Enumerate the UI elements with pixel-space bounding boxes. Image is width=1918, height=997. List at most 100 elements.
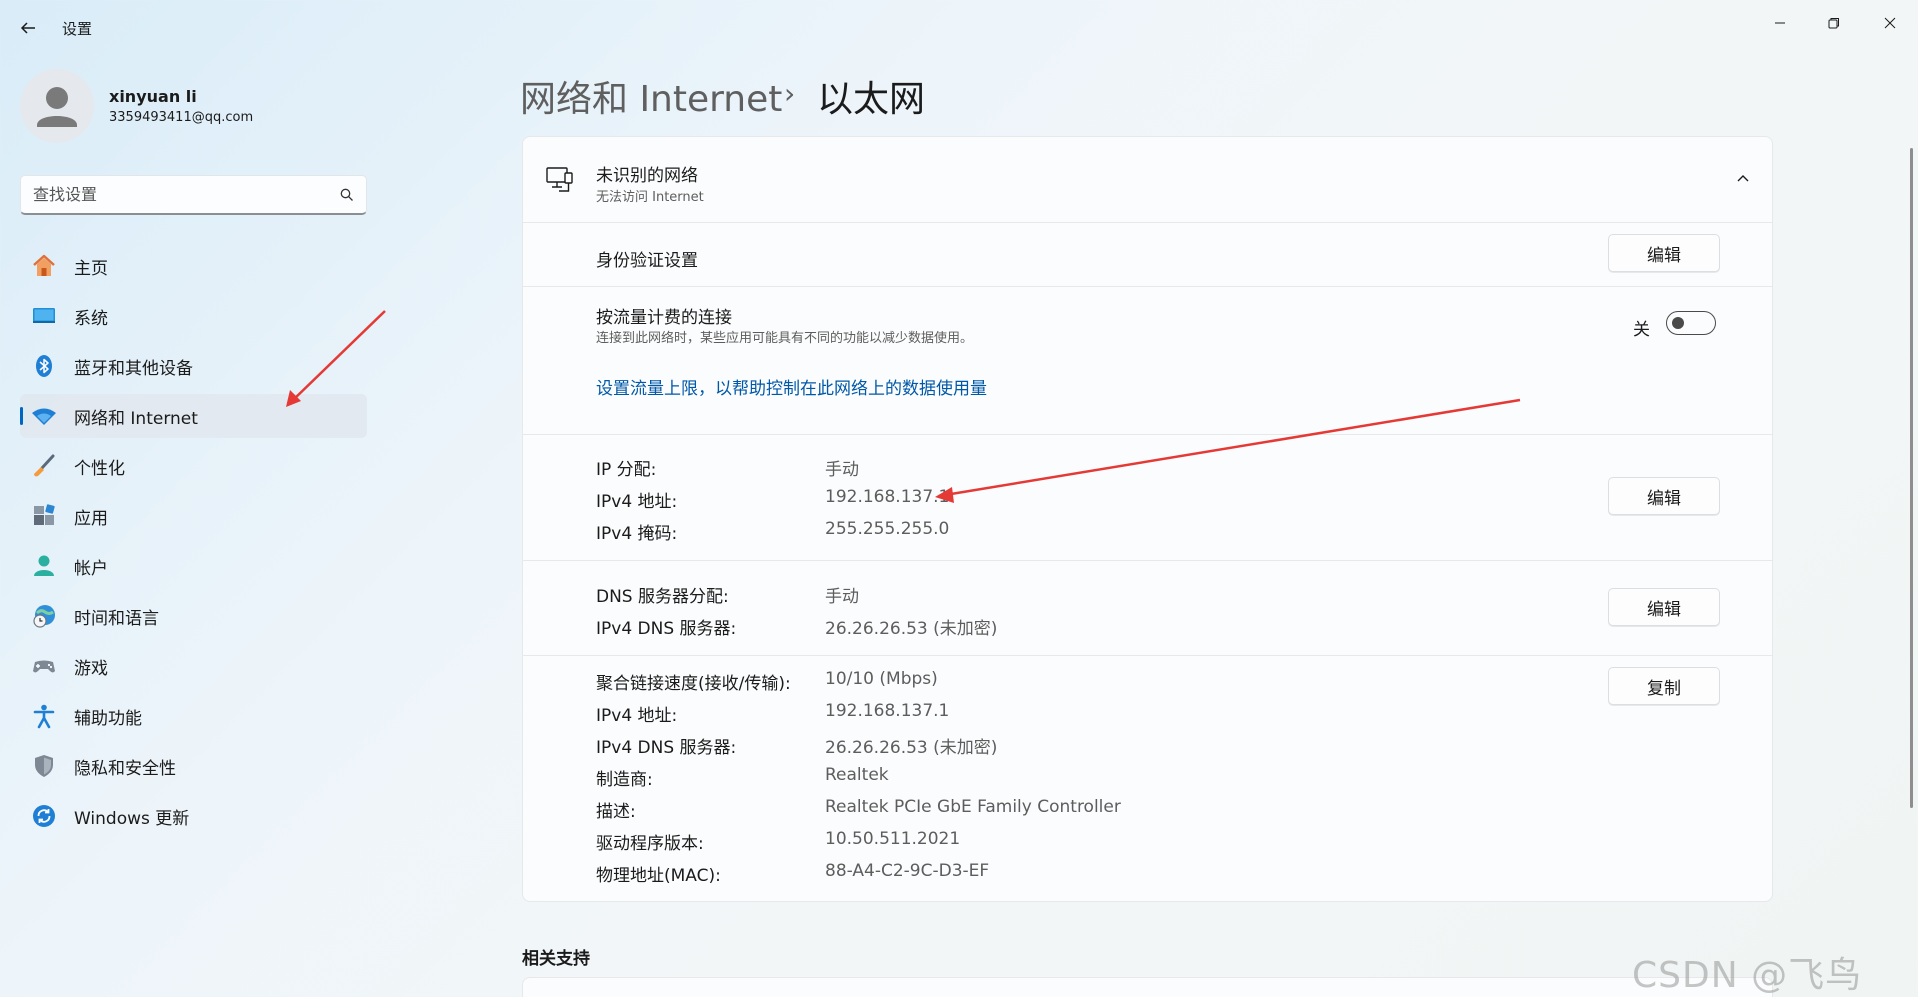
divider <box>523 655 1772 656</box>
dns-value: 手动 <box>825 587 859 607</box>
auth-settings-label: 身份验证设置 <box>596 251 698 271</box>
search-input[interactable] <box>33 185 340 204</box>
dns-label: DNS 服务器分配: <box>596 587 729 607</box>
sidebar-item-accounts[interactable]: 帐户 <box>20 544 367 588</box>
sidebar-item-personalization[interactable]: 个性化 <box>20 444 367 488</box>
shield-icon <box>30 752 58 780</box>
user-avatar-icon <box>37 87 77 127</box>
ip-label: IP 分配: <box>596 460 657 480</box>
sidebar-item-gaming[interactable]: 游戏 <box>20 644 367 688</box>
network-name: 未识别的网络 <box>596 166 698 186</box>
window-title: 设置 <box>62 20 93 38</box>
user-email: 3359493411@qq.com <box>109 110 254 125</box>
sidebar-nav: 主页 系统 蓝牙和其他设备 网络和 Internet 个性化 应用 帐户 时间和… <box>20 244 367 844</box>
sidebar-item-bluetooth[interactable]: 蓝牙和其他设备 <box>20 344 367 388</box>
ip-edit-button[interactable]: 编辑 <box>1608 477 1720 515</box>
sidebar-item-label: 个性化 <box>74 458 125 479</box>
property-value: 26.26.26.53 (未加密) <box>825 738 998 758</box>
ip-list: IP 分配: IPv4 地址: IPv4 掩码: <box>596 455 806 551</box>
clock-globe-icon <box>30 602 58 630</box>
network-header[interactable]: 未识别的网络 无法访问 Internet <box>523 137 1772 223</box>
property-label: 描述: <box>596 802 636 822</box>
ip-label: IPv4 地址: <box>596 492 678 512</box>
property-value: 192.168.137.1 <box>825 701 950 721</box>
gamepad-icon <box>30 652 58 680</box>
sidebar-item-label: 游戏 <box>74 658 108 679</box>
sidebar-item-privacy[interactable]: 隐私和安全性 <box>20 744 367 788</box>
dns-list: DNS 服务器分配: IPv4 DNS 服务器: <box>596 582 806 646</box>
property-value: 10/10 (Mbps) <box>825 669 938 689</box>
property-label: IPv4 地址: <box>596 706 678 726</box>
metered-label: 按流量计费的连接 <box>596 308 732 328</box>
divider <box>523 560 1772 561</box>
property-label: 驱动程序版本: <box>596 834 704 854</box>
account-icon <box>30 552 58 580</box>
ip-value: 手动 <box>825 460 859 480</box>
property-label: 聚合链接速度(接收/传输): <box>596 674 791 694</box>
sidebar-item-label: 时间和语言 <box>74 608 159 629</box>
sidebar-item-label: Windows 更新 <box>74 808 190 829</box>
sidebar-item-label: 网络和 Internet <box>74 408 198 429</box>
auth-edit-button[interactable]: 编辑 <box>1608 234 1720 272</box>
copy-properties-button[interactable]: 复制 <box>1608 667 1720 705</box>
network-status: 无法访问 Internet <box>596 190 704 205</box>
search-box[interactable] <box>20 175 367 215</box>
sidebar-item-windows-update[interactable]: Windows 更新 <box>20 794 367 838</box>
ip-value: 255.255.255.0 <box>825 519 950 539</box>
close-icon <box>1884 17 1896 29</box>
ip-value: 192.168.137.1 <box>825 487 950 507</box>
back-button[interactable] <box>10 13 46 43</box>
property-label: 制造商: <box>596 770 653 790</box>
sidebar-item-system[interactable]: 系统 <box>20 294 367 338</box>
update-icon <box>30 802 58 830</box>
data-limit-link[interactable]: 设置流量上限，以帮助控制在此网络上的数据使用量 <box>596 374 987 399</box>
toggle-knob <box>1672 316 1684 329</box>
wifi-icon <box>30 402 58 430</box>
divider <box>523 286 1772 287</box>
avatar[interactable] <box>20 69 94 143</box>
restore-icon <box>1828 18 1839 29</box>
sidebar-item-label: 隐私和安全性 <box>74 758 176 779</box>
sidebar-item-label: 应用 <box>74 508 108 529</box>
breadcrumb-parent[interactable]: 网络和 Internet <box>520 70 782 122</box>
metered-toggle-state: 关 <box>1633 320 1650 340</box>
chevron-up-icon[interactable] <box>1735 171 1751 191</box>
divider <box>523 434 1772 435</box>
sidebar-item-network[interactable]: 网络和 Internet <box>20 394 367 438</box>
page-title: 以太网 <box>817 79 926 120</box>
sidebar-item-time-language[interactable]: 时间和语言 <box>20 594 367 638</box>
minimize-icon <box>1775 22 1785 24</box>
sidebar-item-label: 帐户 <box>74 558 108 579</box>
scrollbar[interactable] <box>1910 148 1913 808</box>
minimize-button[interactable] <box>1752 6 1808 40</box>
sidebar-item-home[interactable]: 主页 <box>20 244 367 288</box>
brush-icon <box>30 452 58 480</box>
dns-value: 26.26.26.53 (未加密) <box>825 619 998 639</box>
sidebar-item-accessibility[interactable]: 辅助功能 <box>20 694 367 738</box>
apps-icon <box>30 502 58 530</box>
search-icon[interactable] <box>340 188 354 202</box>
close-button[interactable] <box>1862 6 1918 40</box>
dns-label: IPv4 DNS 服务器: <box>596 619 737 639</box>
watermark: CSDN @飞鸟599 <box>1632 955 1863 996</box>
ethernet-card: 未识别的网络 无法访问 Internet 身份验证设置 编辑 按流量计费的连接 … <box>522 136 1773 902</box>
ip-label: IPv4 掩码: <box>596 524 678 544</box>
user-name: xinyuan li <box>109 87 197 106</box>
metered-description: 连接到此网络时，某些应用可能具有不同的功能以减少数据使用。 <box>596 331 974 346</box>
related-support-card <box>522 977 1773 997</box>
dns-edit-button[interactable]: 编辑 <box>1608 588 1720 626</box>
restore-button[interactable] <box>1806 6 1862 40</box>
related-support-title: 相关支持 <box>522 949 590 969</box>
dns-values: 手动 26.26.26.53 (未加密) <box>825 582 997 646</box>
system-icon <box>30 302 58 330</box>
property-value: Realtek PCIe GbE Family Controller <box>825 797 1121 817</box>
sidebar-item-label: 辅助功能 <box>74 708 142 729</box>
sidebar-item-apps[interactable]: 应用 <box>20 494 367 538</box>
home-icon <box>30 252 58 280</box>
breadcrumb-separator: › <box>784 77 796 110</box>
ip-values: 手动 192.168.137.1 255.255.255.0 <box>825 455 949 551</box>
sidebar-item-label: 系统 <box>74 308 108 329</box>
properties-values: 10/10 (Mbps) 192.168.137.1 26.26.26.53 (… <box>825 669 1121 893</box>
accessibility-icon <box>30 702 58 730</box>
metered-toggle[interactable] <box>1666 311 1716 335</box>
